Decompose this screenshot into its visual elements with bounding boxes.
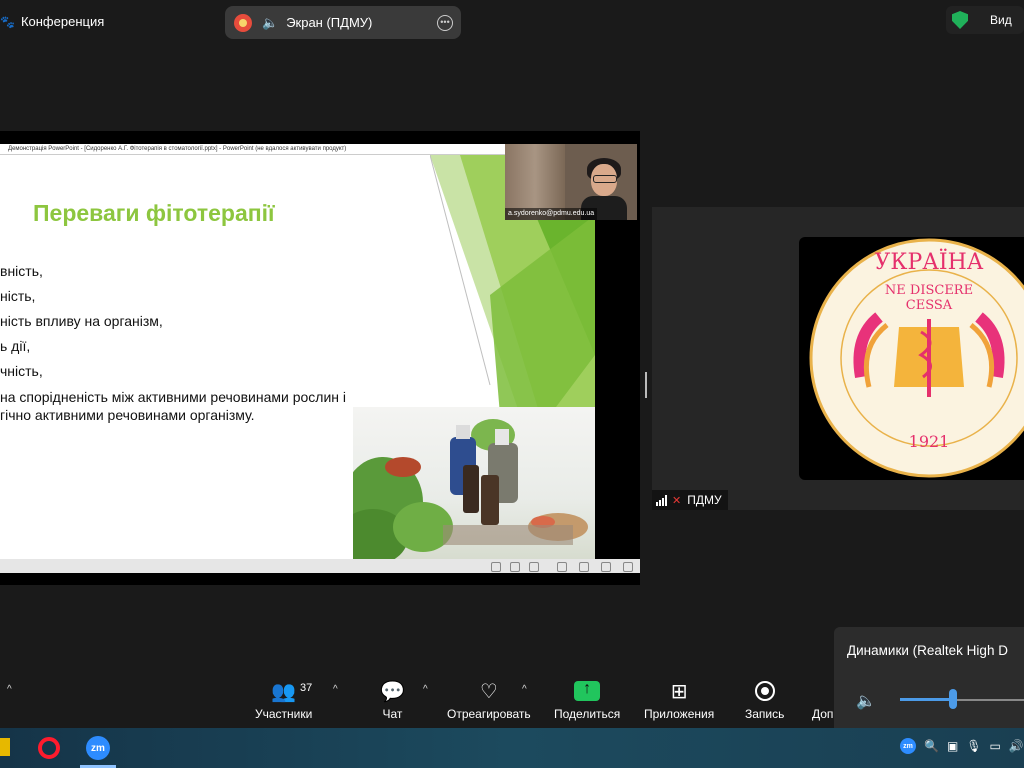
- share-source-label: Экран (ПДМУ): [286, 15, 373, 30]
- zoom-taskbar-button[interactable]: zm: [84, 734, 112, 762]
- network-icon[interactable]: ▣: [947, 739, 958, 753]
- prev-slide-icon[interactable]: [491, 562, 501, 572]
- windows-taskbar: zm zm 🔍 ▣ 🎙 ▭ 🔊: [0, 728, 1024, 768]
- tray-app-icon[interactable]: 🔍: [924, 739, 939, 753]
- chat-caret[interactable]: ^: [423, 684, 428, 695]
- volume-slider-handle[interactable]: [949, 689, 958, 709]
- presenter-email-label: a.sydorenko@pdmu.edu.ua: [505, 208, 598, 220]
- participants-caret[interactable]: ^: [333, 684, 338, 695]
- participants-count: 37: [300, 682, 313, 694]
- bullet-item: на спорідненість між активними речовинам…: [0, 389, 347, 405]
- bullet-item: ність впливу на організм,: [0, 313, 163, 329]
- participants-icon: 👥: [271, 680, 297, 703]
- split-view-handle[interactable]: [645, 372, 647, 398]
- presenter-app-icon: [234, 13, 252, 32]
- audio-options-caret[interactable]: ^: [7, 684, 12, 695]
- view-area: Вид: [946, 6, 1024, 34]
- heart-icon: ♡: [479, 680, 498, 703]
- sorter-view-icon[interactable]: [579, 562, 589, 572]
- powerpoint-title-bar: Демонстрація PowerPoint - [Сидоренко А.Г…: [0, 144, 505, 155]
- logo-motto-1: NE DISCERE: [885, 283, 973, 298]
- slide-title: Переваги фітотерапії: [33, 200, 275, 226]
- presenter-glasses: [593, 175, 617, 183]
- volume-slider-fill: [900, 698, 954, 701]
- paw-icon: 🐾: [0, 14, 15, 29]
- powerpoint-status-bar: [0, 559, 640, 573]
- more-options-icon[interactable]: •••: [437, 14, 453, 31]
- react-caret[interactable]: ^: [522, 684, 527, 695]
- bullet-item: ь дії,: [0, 338, 31, 354]
- meeting-toolbar: ^ 👥 Участники 37 ^ 💬 Чат ^ ♡ Отреагирова…: [0, 670, 834, 728]
- chat-label: Чат: [382, 707, 403, 721]
- logo-year: 1921: [909, 432, 950, 451]
- top-bar: 🐾 Конференция 🔈 Экран (ПДМУ) ••• Вид: [0, 0, 1024, 44]
- chat-button[interactable]: 💬 Чат: [380, 678, 405, 722]
- pdmu-emblem: УКРАЇНА NE DISCERE CESSA 1921: [809, 238, 1024, 478]
- apps-button[interactable]: ⊞ Приложения: [644, 678, 715, 722]
- share-label: Поделиться: [554, 707, 621, 721]
- speaker-volume-popup: Динамики (Realtek High D 🔈: [834, 627, 1024, 728]
- share-screen-icon: [574, 680, 601, 701]
- participant-name-tag: ✕ ПДМУ: [652, 490, 728, 510]
- normal-view-icon[interactable]: [557, 562, 567, 572]
- slide-menu-icon[interactable]: [510, 562, 520, 572]
- opera-icon: [38, 737, 60, 759]
- more-label: Доп: [812, 707, 834, 721]
- react-button[interactable]: ♡ Отреагировать: [447, 678, 531, 722]
- participants-label: Участники: [255, 707, 313, 721]
- volume-icon[interactable]: 🔈: [856, 691, 876, 711]
- more-button[interactable]: Доп: [812, 678, 833, 721]
- speaker-icon[interactable]: 🔈: [262, 15, 278, 31]
- chat-icon: 💬: [380, 680, 405, 703]
- screen-share-indicator[interactable]: 🔈 Экран (ПДМУ) •••: [225, 6, 461, 39]
- bullet-item: гічно активними речовинами організму.: [0, 407, 255, 423]
- bullet-item: ність,: [0, 288, 36, 304]
- microphone-icon[interactable]: 🎙: [966, 739, 981, 753]
- volume-tray-icon[interactable]: 🔊: [1009, 739, 1024, 753]
- view-button[interactable]: Вид: [990, 13, 1012, 27]
- record-label: Запись: [745, 707, 785, 721]
- signal-strength-icon: [656, 494, 667, 506]
- participant-tile[interactable]: УКРАЇНА NE DISCERE CESSA 1921 ✕ ПДМУ: [652, 207, 1024, 510]
- logo-ukraine-text: УКРАЇНА: [875, 248, 984, 275]
- conference-label: Конференция: [20, 14, 105, 29]
- zoom-icon: zm: [86, 736, 110, 760]
- zoom-tray-icon[interactable]: zm: [900, 738, 916, 754]
- record-button[interactable]: Запись: [745, 678, 784, 721]
- apps-label: Приложения: [644, 707, 715, 721]
- display-icon[interactable]: ▭: [990, 739, 1001, 753]
- conference-menu[interactable]: 🐾 Конференция: [0, 14, 104, 29]
- opera-taskbar-button[interactable]: [35, 734, 63, 762]
- apps-icon: ⊞: [670, 680, 688, 703]
- herbs-and-bottles-image: [353, 419, 588, 559]
- reading-view-icon[interactable]: [601, 562, 611, 572]
- logo-motto-2: CESSA: [906, 298, 953, 313]
- slide-bullets: вність, ність, ність впливу на організм,…: [0, 259, 346, 424]
- system-tray: zm 🔍 ▣ 🎙 ▭ 🔊: [900, 738, 1024, 754]
- file-explorer-icon[interactable]: [0, 738, 10, 756]
- slideshow-view-icon[interactable]: [623, 562, 633, 572]
- shared-screen: Демонстрація PowerPoint - [Сидоренко А.Г…: [0, 131, 640, 585]
- bullet-item: вність,: [0, 263, 43, 279]
- university-logo: УКРАЇНА NE DISCERE CESSA 1921: [799, 237, 1024, 480]
- muted-mic-icon: ✕: [672, 494, 682, 507]
- react-label: Отреагировать: [447, 707, 531, 721]
- speaker-device-name: Динамики (Realtek High D: [847, 643, 1008, 658]
- record-icon: [754, 681, 775, 701]
- encryption-shield-icon[interactable]: [952, 11, 968, 29]
- next-slide-icon[interactable]: [529, 562, 539, 572]
- bullet-item: чність,: [0, 363, 43, 379]
- presenter-video-thumbnail[interactable]: a.sydorenko@pdmu.edu.ua: [505, 144, 637, 220]
- share-screen-button[interactable]: Поделиться: [554, 678, 620, 721]
- herbal-products-photo: [353, 407, 595, 559]
- participant-name: ПДМУ: [687, 493, 722, 507]
